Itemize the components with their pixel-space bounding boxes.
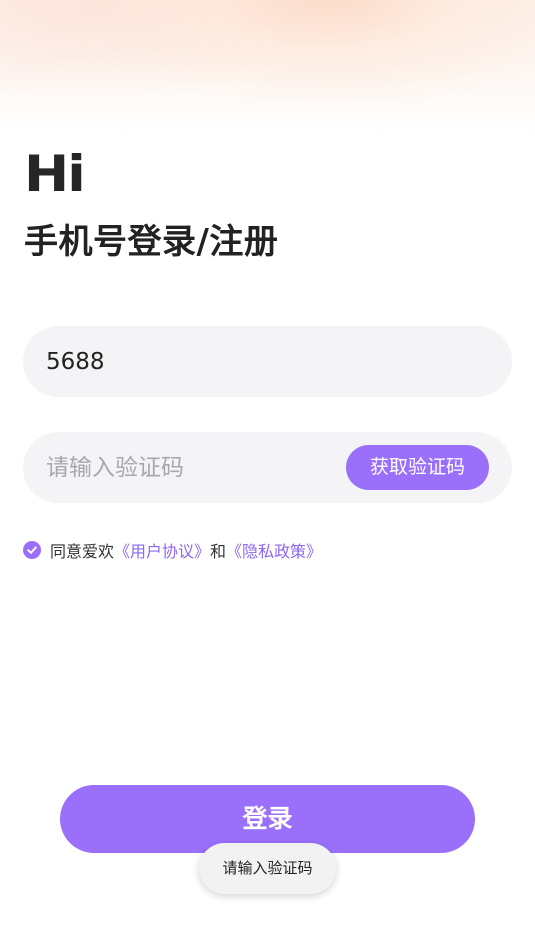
verification-code-input[interactable]: [46, 432, 336, 503]
phone-field-container: [23, 326, 512, 397]
agreement-row: 同意爱欢 《用户协议》 和 《隐私政策》: [23, 537, 322, 563]
user-agreement-link[interactable]: 《用户协议》: [114, 538, 210, 562]
page-title: 手机号登录/注册: [24, 222, 279, 262]
privacy-policy-link[interactable]: 《隐私政策》: [226, 538, 322, 562]
header-gradient-background: [0, 0, 535, 135]
agreement-checkbox-checked-icon[interactable]: [23, 541, 41, 559]
phone-input[interactable]: [46, 326, 486, 397]
checkmark-icon: [27, 546, 37, 554]
get-code-button[interactable]: 获取验证码: [346, 445, 489, 490]
greeting-heading: Hi: [24, 145, 86, 204]
agreement-prefix-text: 同意爱欢: [50, 542, 115, 561]
toast-message: 请输入验证码: [199, 843, 336, 894]
code-field-container: 获取验证码: [23, 432, 512, 503]
agreement-connector-text: 和: [210, 542, 227, 561]
